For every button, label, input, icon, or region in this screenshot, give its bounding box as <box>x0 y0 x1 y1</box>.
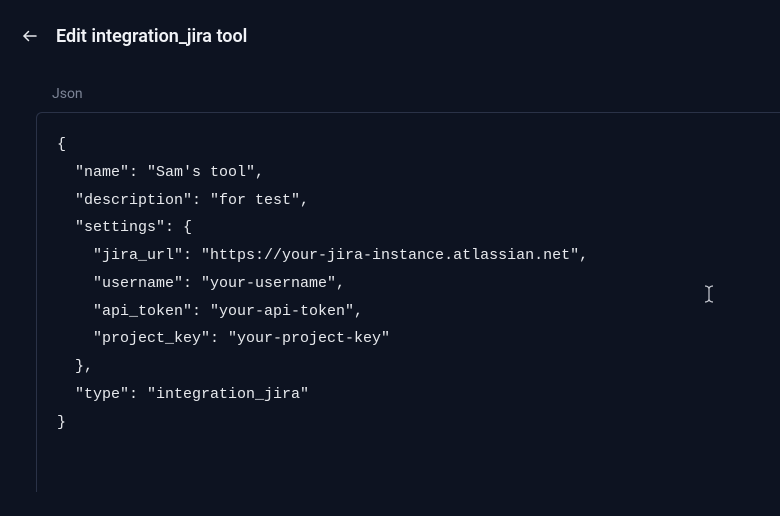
json-section-label: Json <box>0 58 780 112</box>
arrow-left-icon <box>21 27 39 45</box>
page-title: Edit integration_jira tool <box>56 26 247 47</box>
page-header: Edit integration_jira tool <box>0 0 780 58</box>
text-cursor-icon <box>702 285 716 303</box>
json-content: { "name": "Sam's tool", "description": "… <box>57 136 588 431</box>
json-editor[interactable]: { "name": "Sam's tool", "description": "… <box>36 112 780 492</box>
back-button[interactable] <box>18 24 42 48</box>
